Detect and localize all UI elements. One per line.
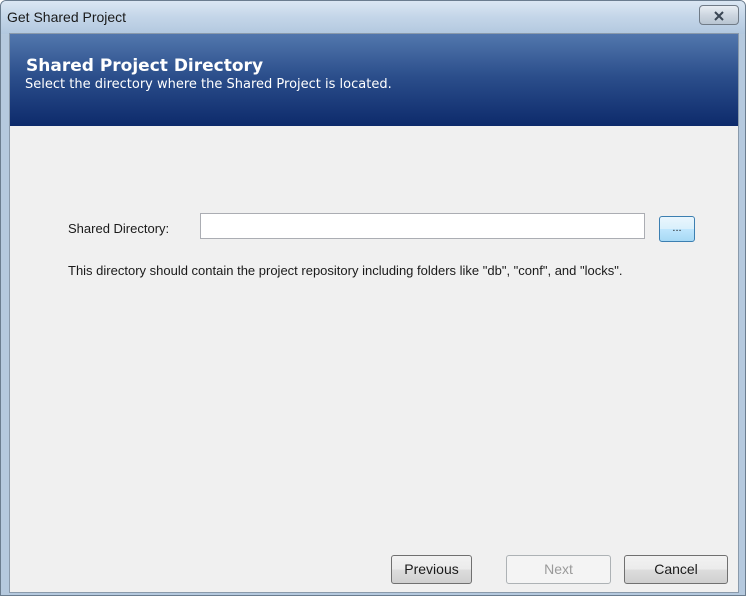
banner-title: Shared Project Directory (26, 56, 264, 76)
cancel-button[interactable]: Cancel (624, 555, 728, 584)
previous-button[interactable]: Previous (391, 555, 472, 584)
dialog-content: Shared Project Directory Select the dire… (9, 33, 739, 593)
close-button[interactable] (699, 5, 739, 25)
shared-directory-input[interactable] (200, 213, 645, 239)
next-button[interactable]: Next (506, 555, 611, 584)
window-title: Get Shared Project (7, 9, 127, 25)
close-icon (712, 9, 726, 21)
shared-directory-label: Shared Directory: (68, 221, 170, 236)
browse-button[interactable]: ... (659, 216, 695, 242)
dialog-window: Get Shared Project Shared Project Direct… (0, 0, 746, 596)
title-bar[interactable]: Get Shared Project (1, 1, 745, 34)
directory-hint-text: This directory should contain the projec… (68, 263, 623, 278)
banner-subtitle: Select the directory where the Shared Pr… (25, 77, 392, 92)
header-banner: Shared Project Directory Select the dire… (10, 34, 738, 126)
